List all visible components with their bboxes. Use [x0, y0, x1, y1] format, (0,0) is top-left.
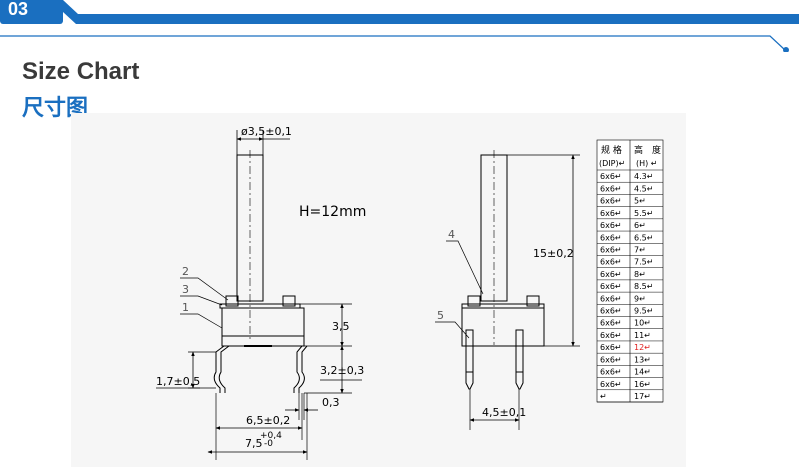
label-tol-minus: -0: [264, 439, 273, 449]
label-dim-3-5: 3,5: [332, 320, 350, 333]
label-height-note: H=12mm: [299, 204, 366, 220]
table-cell-spec: 6x6↵: [600, 184, 622, 193]
label-dim-1-7: 1,7±0,5: [156, 375, 200, 388]
table-header-height: 高 度: [634, 144, 661, 156]
table-cell-spec: ↵: [600, 392, 607, 401]
technical-drawing: ø3,5±0,1 H=12mm 2 3 1 3,5 3,2±0,3 1,7±0,…: [156, 125, 664, 460]
table-cell-spec: 6x6↵: [600, 172, 622, 181]
table-cell-spec: 6x6↵: [600, 307, 622, 316]
table-cell-spec: 6x6↵: [600, 270, 622, 279]
table-cell-height: 5.5↵: [634, 209, 653, 218]
label-diameter: ø3,5±0,1: [241, 125, 292, 138]
table-cell-spec: 6x6↵: [600, 221, 622, 230]
table-cell-height: 11↵: [634, 331, 651, 340]
table-header-spec-sub: (DIP)↵: [599, 159, 625, 168]
table-cell-height: 10↵: [634, 319, 651, 328]
table-cell-height: 4.3↵: [634, 172, 653, 181]
table-cell-height: 8.5↵: [634, 282, 653, 291]
label-dim-3-2: 3,2±0,3: [320, 364, 364, 377]
table-cell-height: 17↵: [634, 392, 651, 401]
table-cell-spec: 6x6↵: [600, 355, 622, 364]
label-dim-4-5: 4,5±0,1: [482, 406, 526, 419]
label-dim-0-3: 0,3: [322, 396, 340, 409]
table-cell-spec: 6x6↵: [600, 282, 622, 291]
spec-table: 规 格 (DIP)↵ 高 度 (H) ↵ 6x6↵ 4.3↵ 6x6↵ 4.5↵ 6x6…: [596, 139, 664, 403]
table-cell-height: 9↵: [634, 294, 646, 303]
table-cell-spec: 6x6↵: [600, 294, 622, 303]
table-cell-height: 4.5↵: [634, 184, 653, 193]
label-dim-7-5: 7,5: [245, 437, 263, 450]
dimension-drawing-panel: ø3,5±0,1 H=12mm 2 3 1 3,5 3,2±0,3 1,7±0,…: [71, 113, 686, 467]
section-banner: [0, 0, 799, 52]
label-callout-5: 5: [437, 309, 444, 322]
table-header-height-sub: (H) ↵: [636, 159, 658, 168]
table-cell-spec: 6x6↵: [600, 245, 622, 254]
table-cell-height: 14↵: [634, 368, 651, 377]
table-cell-height: 6.5↵: [634, 233, 653, 242]
table-cell-height: 6↵: [634, 221, 646, 230]
table-cell-height: 13↵: [634, 355, 651, 364]
table-cell-spec: 6x6↵: [600, 343, 622, 352]
label-callout-4: 4: [448, 228, 455, 241]
label-callout-3: 3: [182, 283, 189, 296]
table-header-spec: 规 格: [601, 144, 622, 156]
label-callout-2: 2: [182, 265, 189, 278]
label-callout-1: 1: [182, 301, 189, 314]
page-title-english: Size Chart: [22, 58, 140, 85]
table-cell-height: 16↵: [634, 380, 651, 389]
table-cell-spec: 6x6↵: [600, 197, 622, 206]
table-cell-height: 8↵: [634, 270, 646, 279]
left-view-outline: [213, 150, 308, 393]
right-view-outline: [461, 150, 545, 390]
table-cell-height: 7.5↵: [634, 258, 653, 267]
table-cell-height: 12↵: [634, 343, 651, 352]
label-dim-6-5: 6,5±0,2: [246, 414, 290, 427]
table-cell-spec: 6x6↵: [600, 380, 622, 389]
table-cell-spec: 6x6↵: [600, 331, 622, 340]
label-dim-15: 15±0,2: [533, 247, 574, 260]
table-cell-height: 7↵: [634, 245, 646, 254]
table-cell-spec: 6x6↵: [600, 209, 622, 218]
section-number: 03: [8, 0, 29, 19]
table-cell-spec: 6x6↵: [600, 233, 622, 242]
table-cell-spec: 6x6↵: [600, 258, 622, 267]
table-cell-spec: 6x6↵: [600, 319, 622, 328]
table-cell-height: 9.5↵: [634, 307, 653, 316]
table-cell-spec: 6x6↵: [600, 368, 622, 377]
table-cell-height: 5↵: [634, 197, 646, 206]
